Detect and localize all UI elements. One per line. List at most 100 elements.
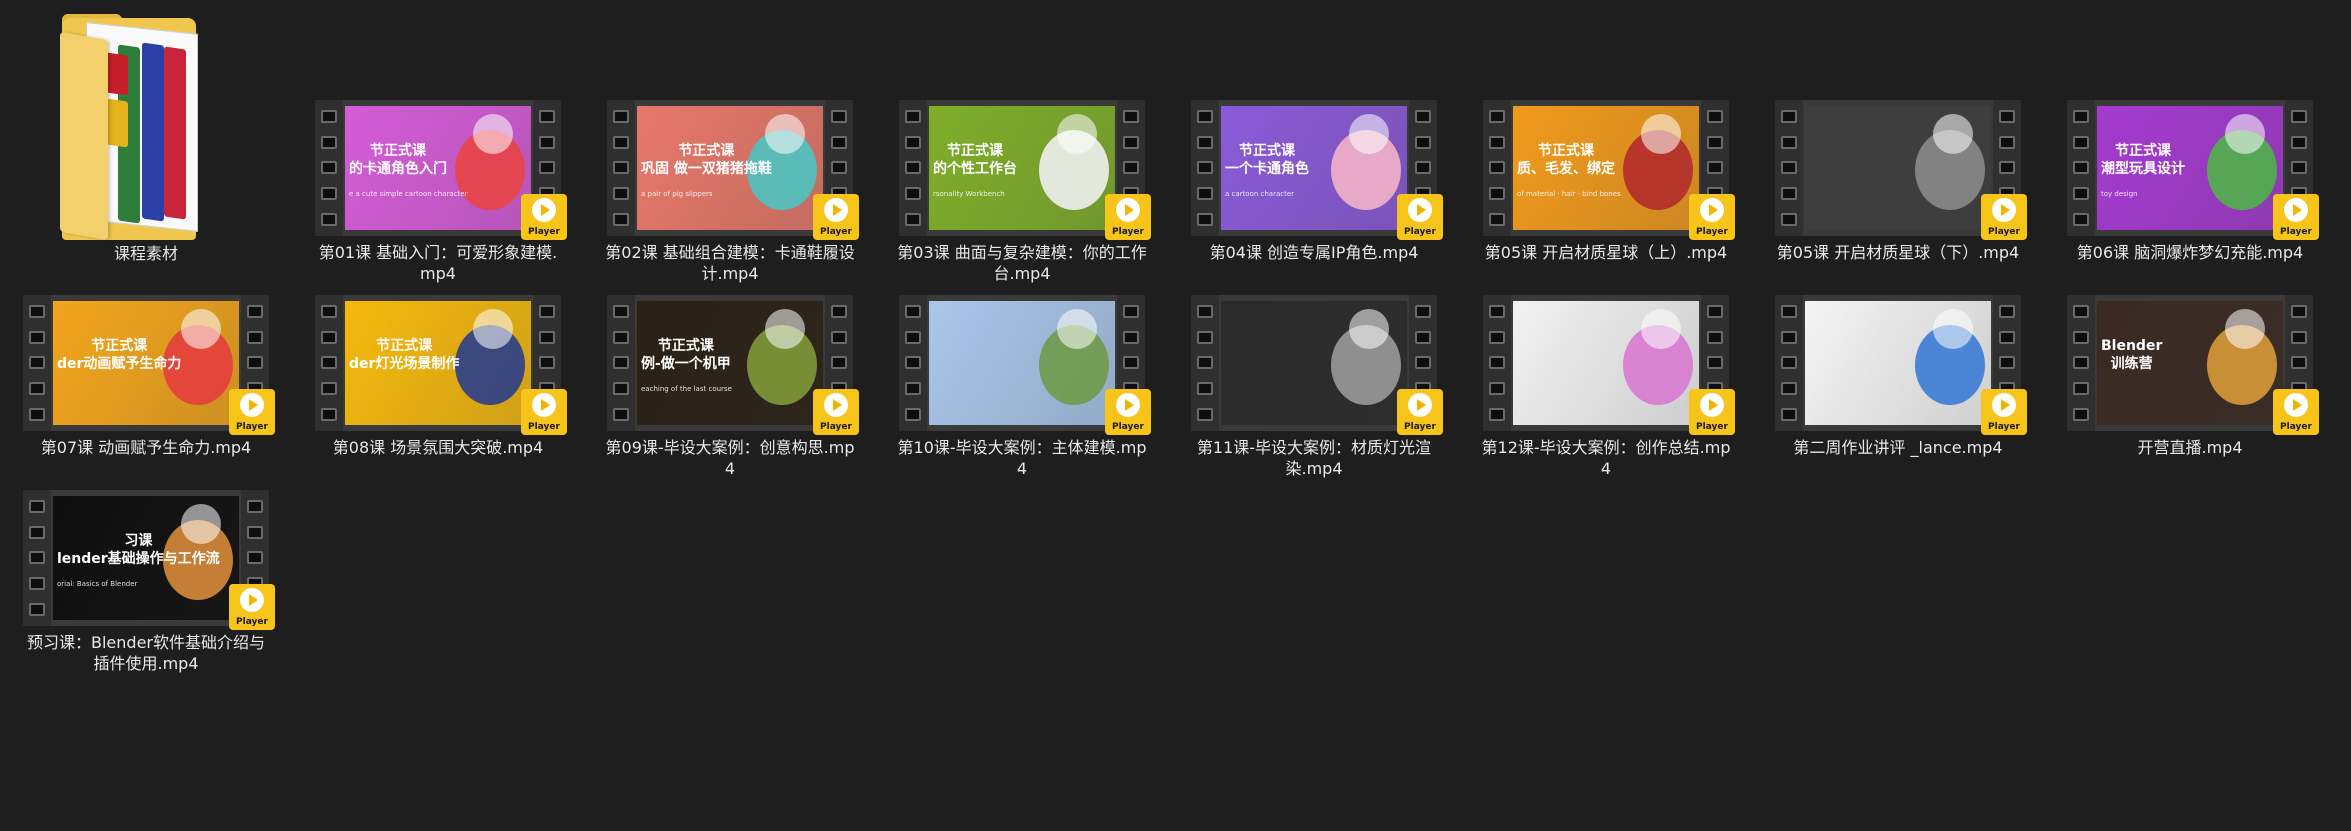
play-icon [532, 198, 556, 222]
play-icon [1992, 198, 2016, 222]
preview-subtitle: a pair of pig slippers [641, 190, 713, 198]
video-file-item[interactable]: 节正式课 潮型玩具设计 toy design Player 第06课 脑洞爆炸梦幻充能.… [2064, 100, 2319, 285]
film-strip-rail [1483, 100, 1511, 236]
film-strip-rail [23, 490, 51, 626]
video-preview-frame [1805, 301, 1991, 425]
play-icon [824, 198, 848, 222]
preview-title-line2: 一个卡通角色 [1225, 161, 1309, 177]
player-app-icon: Player [2273, 389, 2319, 435]
video-thumbnail: 节正式课 潮型玩具设计 toy design Player [2067, 100, 2319, 240]
preview-title-line2: 质、毛发、绑定 [1517, 161, 1615, 177]
preview-artwork [1641, 114, 1681, 154]
video-file-name: 预习课：Blender软件基础介绍与插件使用.mp4 [27, 633, 265, 673]
video-file-item[interactable]: 节正式课 一个卡通角色 a cartoon character Player 第04课 … [1188, 100, 1443, 285]
preview-title-line2: 例-做一个机甲 [641, 356, 731, 372]
play-icon [240, 588, 264, 612]
video-thumbnail: 节正式课 一个卡通角色 a cartoon character Player [1191, 100, 1443, 240]
video-file-name: 第09课-毕设大案例：创意构思.mp4 [605, 438, 855, 478]
film-strip-rail [1775, 100, 1803, 236]
player-badge-label: Player [1696, 227, 1728, 237]
video-file-name: 开营直播.mp4 [2137, 438, 2243, 457]
player-app-icon: Player [813, 194, 859, 240]
preview-title: 节正式课 的个性工作台 [933, 142, 1017, 178]
film-strip-rail [899, 295, 927, 431]
preview-title-line2: der灯光场景制作 [349, 356, 460, 372]
video-preview-frame: 习课 lender基础操作与工作流 orial: Basics of Blender [53, 496, 239, 620]
play-icon [240, 393, 264, 417]
video-file-item[interactable]: Blender 训练营 Player 开营直播.mp4 [2064, 295, 2319, 480]
film-strip-rail [607, 295, 635, 431]
play-icon [2284, 198, 2308, 222]
video-thumbnail: 节正式课 质、毛发、绑定 of material · hair · bind bon… [1483, 100, 1735, 240]
preview-artwork [2225, 309, 2265, 349]
player-badge-label: Player [236, 617, 268, 627]
preview-title-line2: lender基础操作与工作流 [57, 551, 220, 567]
player-badge-label: Player [1988, 227, 2020, 237]
player-badge-label: Player [1988, 422, 2020, 432]
video-file-item[interactable]: Player 第二周作业讲评 _lance.mp4 [1772, 295, 2027, 480]
preview-title: 节正式课 一个卡通角色 [1225, 142, 1309, 178]
video-thumbnail: 节正式课 的卡通角色入门 e a cute simple cartoon chara… [315, 100, 567, 240]
play-icon [2284, 393, 2308, 417]
player-app-icon: Player [1397, 194, 1443, 240]
player-app-icon: Player [229, 584, 275, 630]
player-badge-label: Player [1404, 227, 1436, 237]
preview-title-line1: 节正式课 [1538, 143, 1594, 159]
video-file-item[interactable]: Player 第10课-毕设大案例：主体建模.mp4 [896, 295, 1151, 480]
film-strip-rail [2067, 100, 2095, 236]
preview-title-line2: 巩固 做一双猪猪拖鞋 [641, 161, 772, 177]
video-file-item[interactable]: 节正式课 der灯光场景制作 Player 第08课 场景氛围大突破.mp4 [312, 295, 567, 480]
video-file-item[interactable]: 节正式课 巩固 做一双猪猪拖鞋 a pair of pig slippers Play… [604, 100, 859, 285]
video-preview-frame: 节正式课 一个卡通角色 a cartoon character [1221, 106, 1407, 230]
preview-subtitle: toy design [2101, 190, 2138, 198]
preview-artwork [1933, 309, 1973, 349]
preview-artwork [1349, 114, 1389, 154]
folder-item-course-materials[interactable]: 课程素材 [20, 14, 272, 269]
player-app-icon: Player [521, 389, 567, 435]
video-file-item[interactable]: 节正式课 的个性工作台 rsonality Workbench Player 第03课 … [896, 100, 1151, 285]
preview-title: 习课 lender基础操作与工作流 [57, 532, 220, 568]
video-file-name: 第02课 基础组合建模：卡通鞋履设计.mp4 [605, 243, 855, 283]
player-app-icon: Player [1105, 194, 1151, 240]
video-file-item[interactable]: Player 第11课-毕设大案例：材质灯光渲染.mp4 [1188, 295, 1443, 480]
player-app-icon: Player [813, 389, 859, 435]
player-badge-label: Player [1404, 422, 1436, 432]
video-file-item[interactable]: Player 第12课-毕设大案例：创作总结.mp4 [1480, 295, 1735, 480]
film-strip-rail [2067, 295, 2095, 431]
video-file-item[interactable]: 节正式课 质、毛发、绑定 of material · hair · bind bon… [1480, 100, 1735, 285]
video-file-item[interactable]: 习课 lender基础操作与工作流 orial: Basics of Blender… [20, 490, 275, 675]
video-file-item[interactable]: Player 第05课 开启材质星球（下）.mp4 [1772, 100, 2027, 285]
player-app-icon: Player [1397, 389, 1443, 435]
preview-title-line2: 的卡通角色入门 [349, 161, 447, 177]
video-file-name: 第05课 开启材质星球（上）.mp4 [1484, 243, 1728, 262]
player-badge-label: Player [528, 227, 560, 237]
film-strip-rail [1483, 295, 1511, 431]
play-icon [1700, 198, 1724, 222]
preview-artwork [1057, 309, 1097, 349]
video-file-name: 第08课 场景氛围大突破.mp4 [332, 438, 544, 457]
player-badge-label: Player [2280, 227, 2312, 237]
video-file-name: 第10课-毕设大案例：主体建模.mp4 [897, 438, 1147, 478]
player-badge-label: Player [820, 227, 852, 237]
player-badge-label: Player [1112, 422, 1144, 432]
player-app-icon: Player [1689, 389, 1735, 435]
player-badge-label: Player [2280, 422, 2312, 432]
video-thumbnail: 习课 lender基础操作与工作流 orial: Basics of Blender… [23, 490, 275, 630]
film-strip-rail [1775, 295, 1803, 431]
video-file-item[interactable]: 节正式课 的卡通角色入门 e a cute simple cartoon chara… [312, 100, 567, 285]
video-preview-frame [1221, 301, 1407, 425]
preview-artwork [2225, 114, 2265, 154]
preview-artwork [1641, 309, 1681, 349]
video-thumbnail: Player [899, 295, 1151, 435]
film-strip-rail [607, 100, 635, 236]
preview-title-line2: 潮型玩具设计 [2101, 161, 2185, 177]
folder-icon [60, 14, 230, 241]
play-icon [824, 393, 848, 417]
video-thumbnail: Blender 训练营 Player [2067, 295, 2319, 435]
video-file-item[interactable]: 节正式课 例-做一个机甲 eaching of the last course Pla… [604, 295, 859, 480]
video-thumbnail: 节正式课 的个性工作台 rsonality Workbench Player [899, 100, 1151, 240]
video-thumbnail: Player [1483, 295, 1735, 435]
video-file-item[interactable]: 节正式课 der动画赋予生命力 Player 第07课 动画赋予生命力.mp4 [20, 295, 275, 480]
video-preview-frame [1513, 301, 1699, 425]
player-app-icon: Player [2273, 194, 2319, 240]
